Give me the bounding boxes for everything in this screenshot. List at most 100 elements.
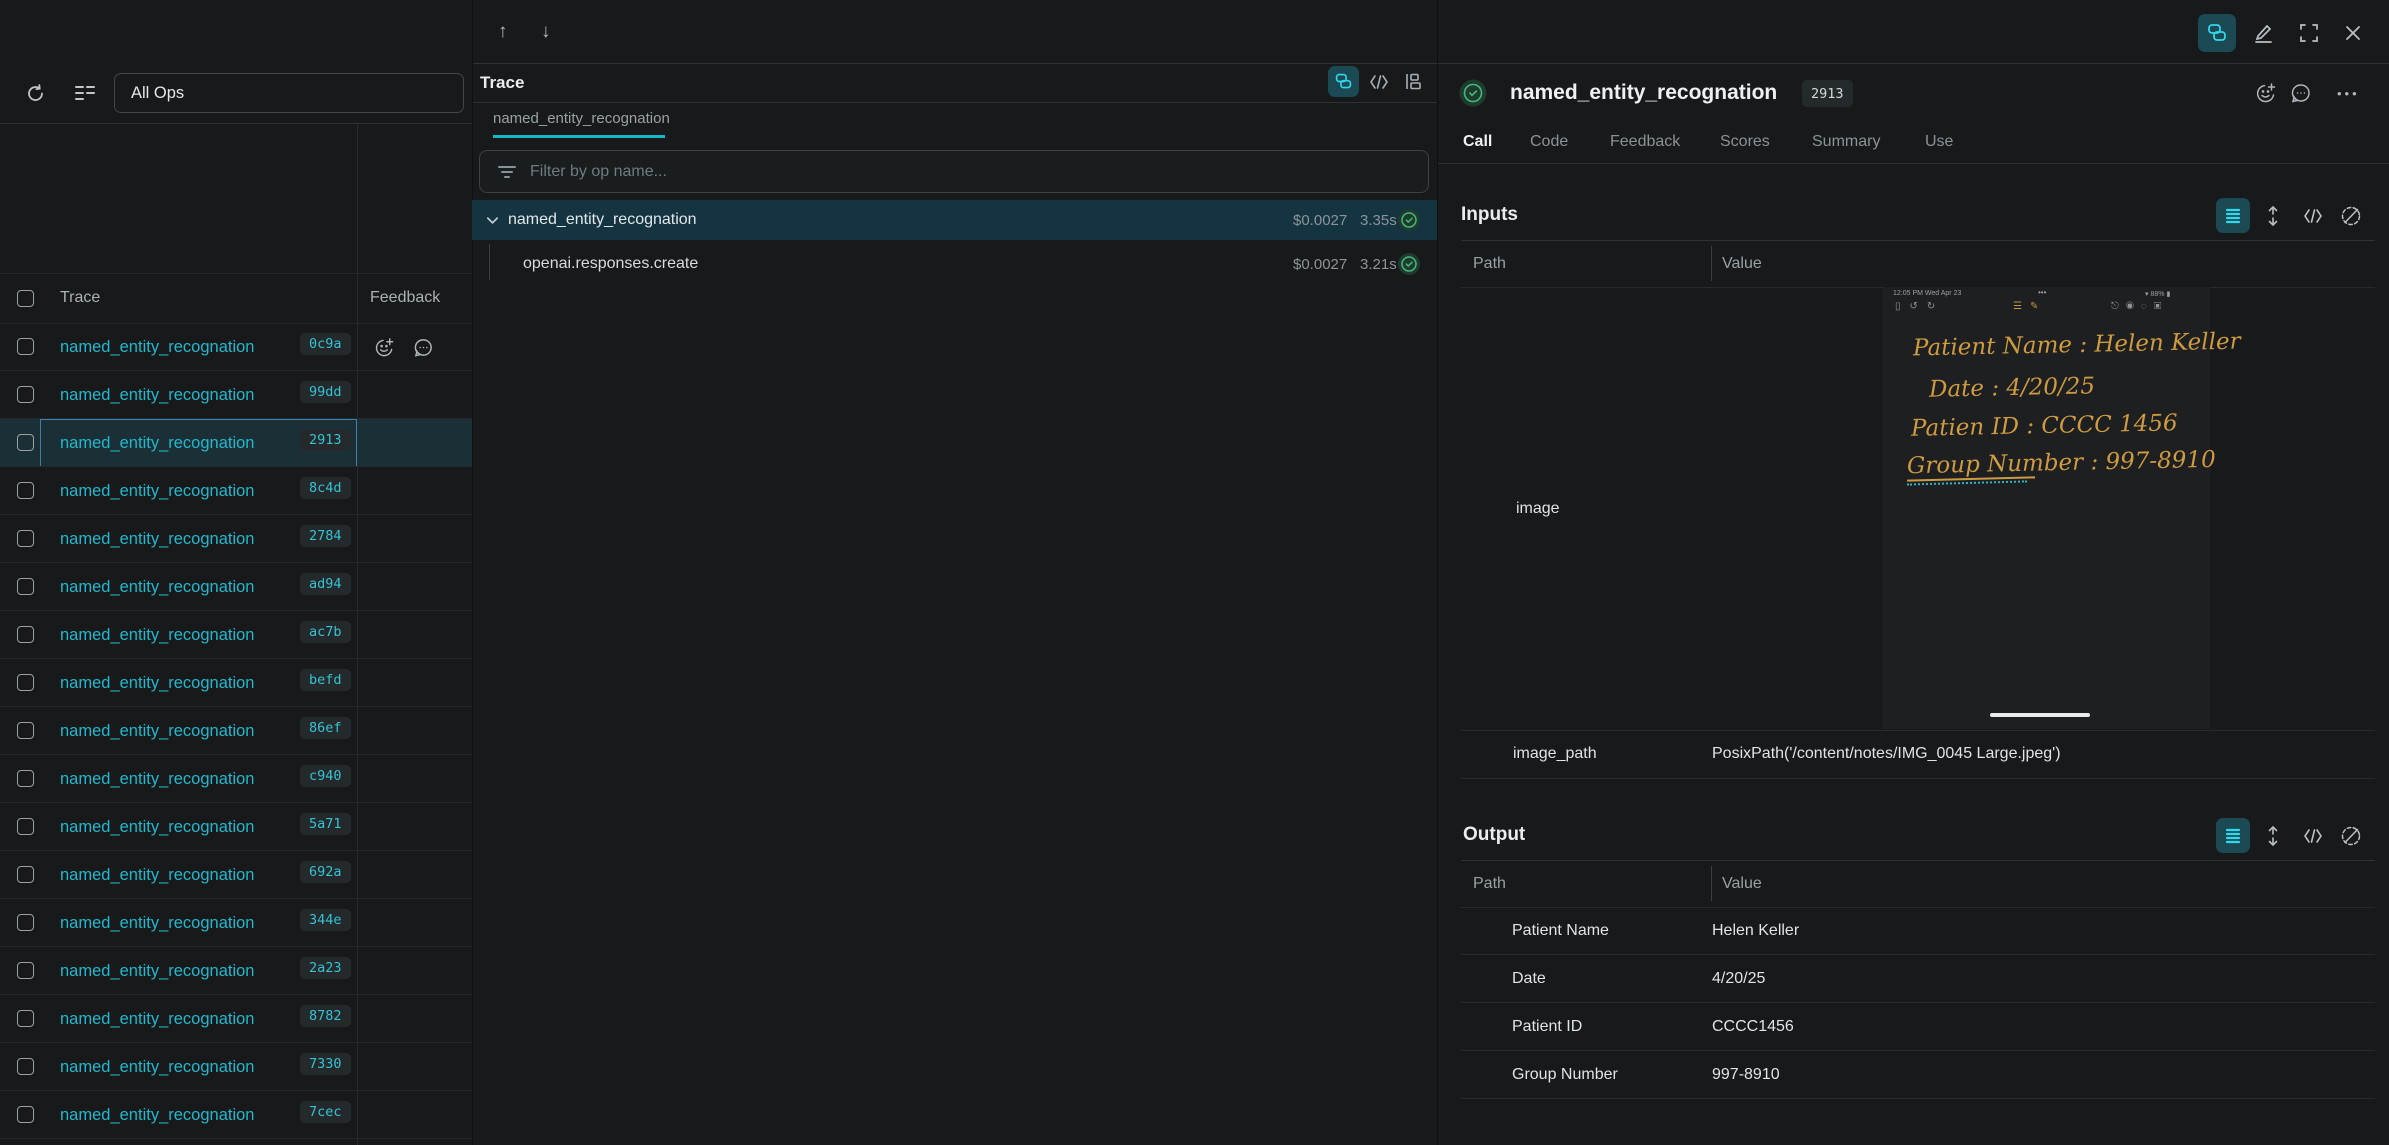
op-name-link[interactable]: named_entity_recognation [60,1091,254,1139]
op-name-link[interactable]: named_entity_recognation [60,1043,254,1091]
tab-summary[interactable]: Summary [1812,120,1880,163]
row-checkbox[interactable] [17,770,34,787]
inputs-expand-all-button[interactable] [2258,198,2288,233]
op-name-link[interactable]: named_entity_recognation [60,947,254,995]
row-checkbox[interactable] [17,386,34,403]
stacked-cards-icon [1334,72,1353,91]
trace-row[interactable]: named_entity_recognation344e [0,899,472,947]
row-checkbox[interactable] [17,914,34,931]
op-name-link[interactable]: named_entity_recognation [60,851,254,899]
prev-trace-button[interactable]: ↑ [498,0,508,63]
row-checkbox[interactable] [17,1058,34,1075]
next-trace-button[interactable]: ↓ [541,0,551,63]
op-name-link[interactable]: named_entity_recognation [60,371,254,419]
refresh-button[interactable] [20,73,50,113]
stacked-view-button[interactable] [2198,14,2236,52]
trace-row[interactable]: named_entity_recognationad94 [0,563,472,611]
trace-row[interactable]: named_entity_recognation0c9a [0,323,472,371]
column-settings-button[interactable] [70,73,100,113]
tab-call[interactable]: Call [1463,120,1492,163]
call-id-badge: c940 [300,765,351,787]
op-name-link[interactable]: named_entity_recognation [60,995,254,1043]
row-checkbox[interactable] [17,818,34,835]
tab-use[interactable]: Use [1925,120,1953,163]
op-name-link[interactable]: named_entity_recognation [60,707,254,755]
chevron-down-icon[interactable] [485,213,500,228]
op-name-link[interactable]: named_entity_recognation [60,755,254,803]
output-code-view-button[interactable] [2298,818,2328,853]
row-checkbox[interactable] [17,578,34,595]
op-filter-input[interactable]: Filter by op name... [479,150,1429,193]
column-header-trace[interactable]: Trace [60,273,100,323]
close-button[interactable] [2336,14,2370,52]
trace-row[interactable]: named_entity_recognation c940 [0,755,472,803]
comment-icon[interactable] [413,337,434,358]
row-checkbox[interactable] [17,866,34,883]
op-name-link[interactable]: named_entity_recognation [60,467,254,515]
op-name-link[interactable]: named_entity_recognation [60,419,254,467]
inputs-hide-values-button[interactable] [2336,198,2366,233]
row-checkbox[interactable] [17,434,34,451]
op-name-link[interactable]: named_entity_recognation [60,659,254,707]
input-image-thumbnail[interactable]: 12:05 PM Wed Apr 23 ••• ▾ 88% ▮ ▯↺↻ ☰✎ ⎋… [1883,287,2210,729]
op-name-link[interactable]: named_entity_recognation [60,899,254,947]
trace-row[interactable]: named_entity_recognation7cec [0,1091,472,1139]
trace-row[interactable]: named_entity_recognation99dd [0,371,472,419]
code-view-mode-button[interactable] [1364,66,1394,97]
trace-row[interactable]: named_entity_recognation2a23 [0,947,472,995]
trace-row[interactable]: named_entity_recognation2913 [0,419,472,467]
fullscreen-button[interactable] [2292,14,2326,52]
call-id-badge[interactable]: 2913 [1802,80,1853,107]
add-reaction-button[interactable] [2249,74,2283,112]
call-more-menu-button[interactable]: ••• [2337,74,2360,112]
row-checkbox[interactable] [17,674,34,691]
edit-button[interactable] [2246,14,2280,52]
stacked-cards-icon [2206,22,2228,44]
row-checkbox[interactable] [17,1106,34,1123]
op-name-link[interactable]: named_entity_recognation [60,611,254,659]
tree-row-root[interactable]: named_entity_recognation $0.0027 3.35s [472,200,1437,240]
flame-graph-mode-button[interactable] [1398,66,1428,97]
output-list-view-button[interactable] [2216,818,2250,853]
comment-button[interactable] [2284,74,2318,112]
call-id-badge: 86ef [300,717,351,739]
trace-row[interactable]: named_entity_recognation692a [0,851,472,899]
trace-row[interactable]: named_entity_recognation7330 [0,1043,472,1091]
note-toolbar-center-icons: ☰✎ [2013,301,2046,312]
output-row-value: 4/20/25 [1712,955,1765,1003]
op-name-link[interactable]: named_entity_recognation [60,515,254,563]
row-checkbox[interactable] [17,722,34,739]
row-checkbox[interactable] [17,626,34,643]
row-checkbox[interactable] [17,482,34,499]
row-checkbox[interactable] [17,1010,34,1027]
trace-row[interactable]: named_entity_recognationbefd [0,659,472,707]
column-header-feedback[interactable]: Feedback [370,273,440,323]
tab-feedback[interactable]: Feedback [1610,120,1680,163]
inputs-code-view-button[interactable] [2298,198,2328,233]
tab-scores[interactable]: Scores [1720,120,1770,163]
row-checkbox[interactable] [17,530,34,547]
op-name-link[interactable]: named_entity_recognation [60,323,254,371]
trace-row[interactable]: named_entity_recognation 86ef [0,707,472,755]
output-hide-values-button[interactable] [2336,818,2366,853]
row-checkbox[interactable] [17,962,34,979]
tree-view-mode-button[interactable] [1328,66,1359,97]
note-toolbar-right-icons: ⎋◉◌▣ [2111,301,2168,312]
trace-row[interactable]: named_entity_recognationac7b [0,611,472,659]
ops-filter-select[interactable]: All Ops [114,73,464,113]
trace-row[interactable]: named_entity_recognation5a71 [0,803,472,851]
trace-row[interactable]: named_entity_recognation8782 [0,995,472,1043]
input-row-image-path-label: image [1516,287,1560,730]
emoji-plus-icon[interactable] [374,337,395,358]
trace-tab[interactable]: named_entity_recognation [493,102,670,135]
select-all-checkbox[interactable] [17,290,34,307]
tab-code[interactable]: Code [1530,120,1568,163]
trace-row[interactable]: named_entity_recognation8c4d [0,467,472,515]
row-checkbox[interactable] [17,338,34,355]
inputs-list-view-button[interactable] [2216,198,2250,233]
op-name-link[interactable]: named_entity_recognation [60,803,254,851]
trace-row[interactable]: named_entity_recognation2784 [0,515,472,563]
output-expand-all-button[interactable] [2258,818,2288,853]
op-name-link[interactable]: named_entity_recognation [60,563,254,611]
tree-row-child[interactable]: openai.responses.create $0.0027 3.21s [472,240,1437,288]
